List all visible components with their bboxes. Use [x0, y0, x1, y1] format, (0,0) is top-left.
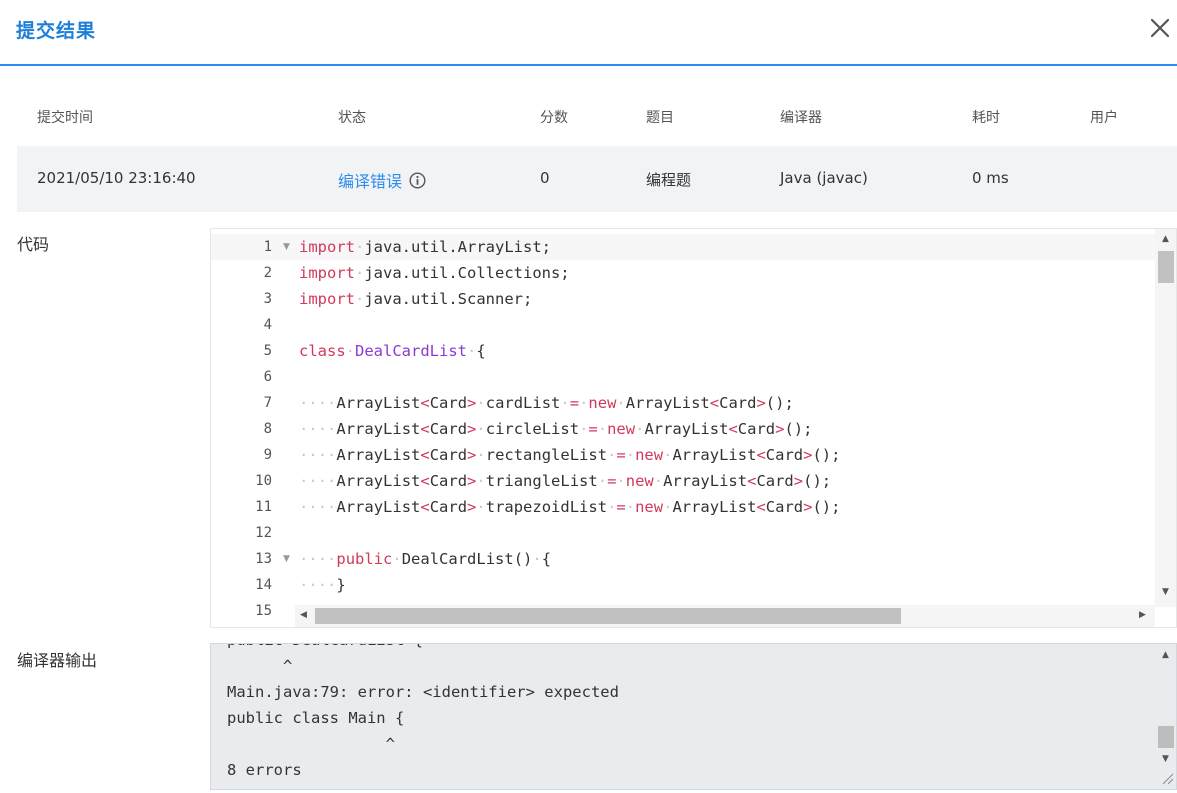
submission-compiler: Java (javac) — [780, 169, 868, 187]
fold-arrow-icon[interactable]: ▼ — [283, 234, 290, 260]
dialog-title: 提交结果 — [16, 20, 97, 42]
code-vertical-scrollbar[interactable]: ▲ ▼ — [1155, 229, 1176, 607]
info-icon[interactable] — [409, 171, 426, 189]
code-vertical-scroll-thumb[interactable] — [1158, 251, 1174, 283]
line-number: 13 — [255, 551, 272, 567]
line-number-gutter: 1 2 3 4 5 6 7 8 9 10 11 12 13 14 15 — [211, 234, 283, 624]
line-number: 8 — [263, 421, 272, 437]
scroll-down-icon[interactable]: ▼ — [1162, 587, 1169, 597]
code-line[interactable]: import·java.util.Collections; — [299, 260, 840, 286]
line-number: 2 — [263, 265, 272, 281]
code-horizontal-scroll-thumb[interactable] — [315, 608, 901, 624]
submission-score: 0 — [540, 169, 550, 187]
line-number: 3 — [263, 291, 272, 307]
scroll-right-icon[interactable]: ▶ — [1139, 610, 1146, 620]
resize-handle-icon[interactable] — [1160, 771, 1174, 785]
scroll-left-icon[interactable]: ◀ — [300, 610, 307, 620]
code-horizontal-scrollbar[interactable]: ◀ ▶ — [295, 605, 1155, 627]
code-label: 代码 — [17, 235, 50, 254]
code-line[interactable]: class·DealCardList·{ — [299, 338, 840, 364]
compiler-output-label: 编译器输出 — [17, 651, 98, 670]
scroll-up-icon[interactable]: ▲ — [1162, 234, 1169, 244]
code-line[interactable] — [299, 312, 840, 338]
output-line: Main.java:79: error: <identifier> expect… — [227, 683, 619, 701]
submission-problem: 编程题 — [646, 171, 692, 189]
table-row: 2021/05/10 23:16:40 编译错误 0 编程题 Java (jav… — [17, 146, 1177, 212]
code-line[interactable]: ····ArrayList<Card>·triangleList·=·new·A… — [299, 468, 840, 494]
line-number: 12 — [255, 525, 272, 541]
submission-time: 2021/05/10 23:16:40 — [37, 169, 196, 187]
code-line[interactable] — [299, 520, 840, 546]
output-line: 8 errors — [227, 761, 302, 779]
compiler-output-box[interactable]: public DealCardList { ^ Main.java:79: err… — [210, 643, 1177, 790]
code-line[interactable]: ····ArrayList<Card>·cardList·=·new·Array… — [299, 390, 840, 416]
fold-arrow-icon[interactable]: ▼ — [283, 546, 290, 572]
output-line: public DealCardList { — [227, 644, 619, 653]
code-line[interactable]: ····public·DealCardList()·{ — [299, 546, 840, 572]
column-header-compiler: 编译器 — [780, 110, 822, 126]
line-number: 14 — [255, 577, 272, 593]
line-number: 5 — [263, 343, 272, 359]
dialog-header: 提交结果 — [0, 0, 1177, 66]
code-line[interactable]: ····} — [299, 572, 840, 598]
code-line[interactable]: import·java.util.ArrayList; — [299, 234, 840, 260]
submission-duration: 0 ms — [972, 169, 1009, 187]
column-header-time: 提交时间 — [37, 110, 93, 126]
scroll-up-icon[interactable]: ▲ — [1162, 650, 1169, 660]
output-vertical-scrollbar[interactable]: ▲ ▼ — [1155, 644, 1176, 789]
code-line[interactable]: ····ArrayList<Card>·rectangleList·=·new·… — [299, 442, 840, 468]
column-header-score: 分数 — [540, 110, 568, 126]
table-header: 提交时间 状态 分数 题目 编译器 耗时 用户 — [17, 86, 1177, 146]
column-header-duration: 耗时 — [972, 110, 1000, 126]
code-line[interactable]: ····ArrayList<Card>·circleList·=·new·Arr… — [299, 416, 840, 442]
column-header-problem: 题目 — [646, 110, 674, 126]
code-line[interactable]: import·java.util.Scanner; — [299, 286, 840, 312]
line-number: 7 — [263, 395, 272, 411]
status-label: 编译错误 — [338, 172, 403, 191]
output-line: public class Main { — [227, 709, 405, 727]
status-link[interactable]: 编译错误 — [338, 168, 426, 192]
line-number: 4 — [263, 317, 272, 333]
line-number: 6 — [263, 369, 272, 385]
code-line[interactable]: ····ArrayList<Card>·trapezoidList·=·new·… — [299, 494, 840, 520]
output-line: ^ — [227, 735, 395, 753]
line-number: 1 — [263, 239, 272, 255]
compiler-output-content: public DealCardList { ^ Main.java:79: err… — [227, 644, 619, 783]
code-editor[interactable]: 1 2 3 4 5 6 7 8 9 10 11 12 13 14 15 ▼ ▼ import·java.ut… — [210, 228, 1177, 628]
close-icon[interactable] — [1146, 14, 1174, 42]
column-header-status: 状态 — [338, 110, 366, 126]
line-number: 11 — [255, 499, 272, 515]
line-number: 15 — [255, 603, 272, 619]
code-content[interactable]: import·java.util.ArrayList; import·java.u… — [299, 234, 840, 624]
output-line: ^ — [227, 657, 293, 675]
line-number: 9 — [263, 447, 272, 463]
line-number: 10 — [255, 473, 272, 489]
code-line[interactable] — [299, 364, 840, 390]
scroll-down-icon[interactable]: ▼ — [1162, 754, 1169, 764]
output-vertical-scroll-thumb[interactable] — [1158, 726, 1174, 748]
column-header-user: 用户 — [1090, 110, 1118, 126]
